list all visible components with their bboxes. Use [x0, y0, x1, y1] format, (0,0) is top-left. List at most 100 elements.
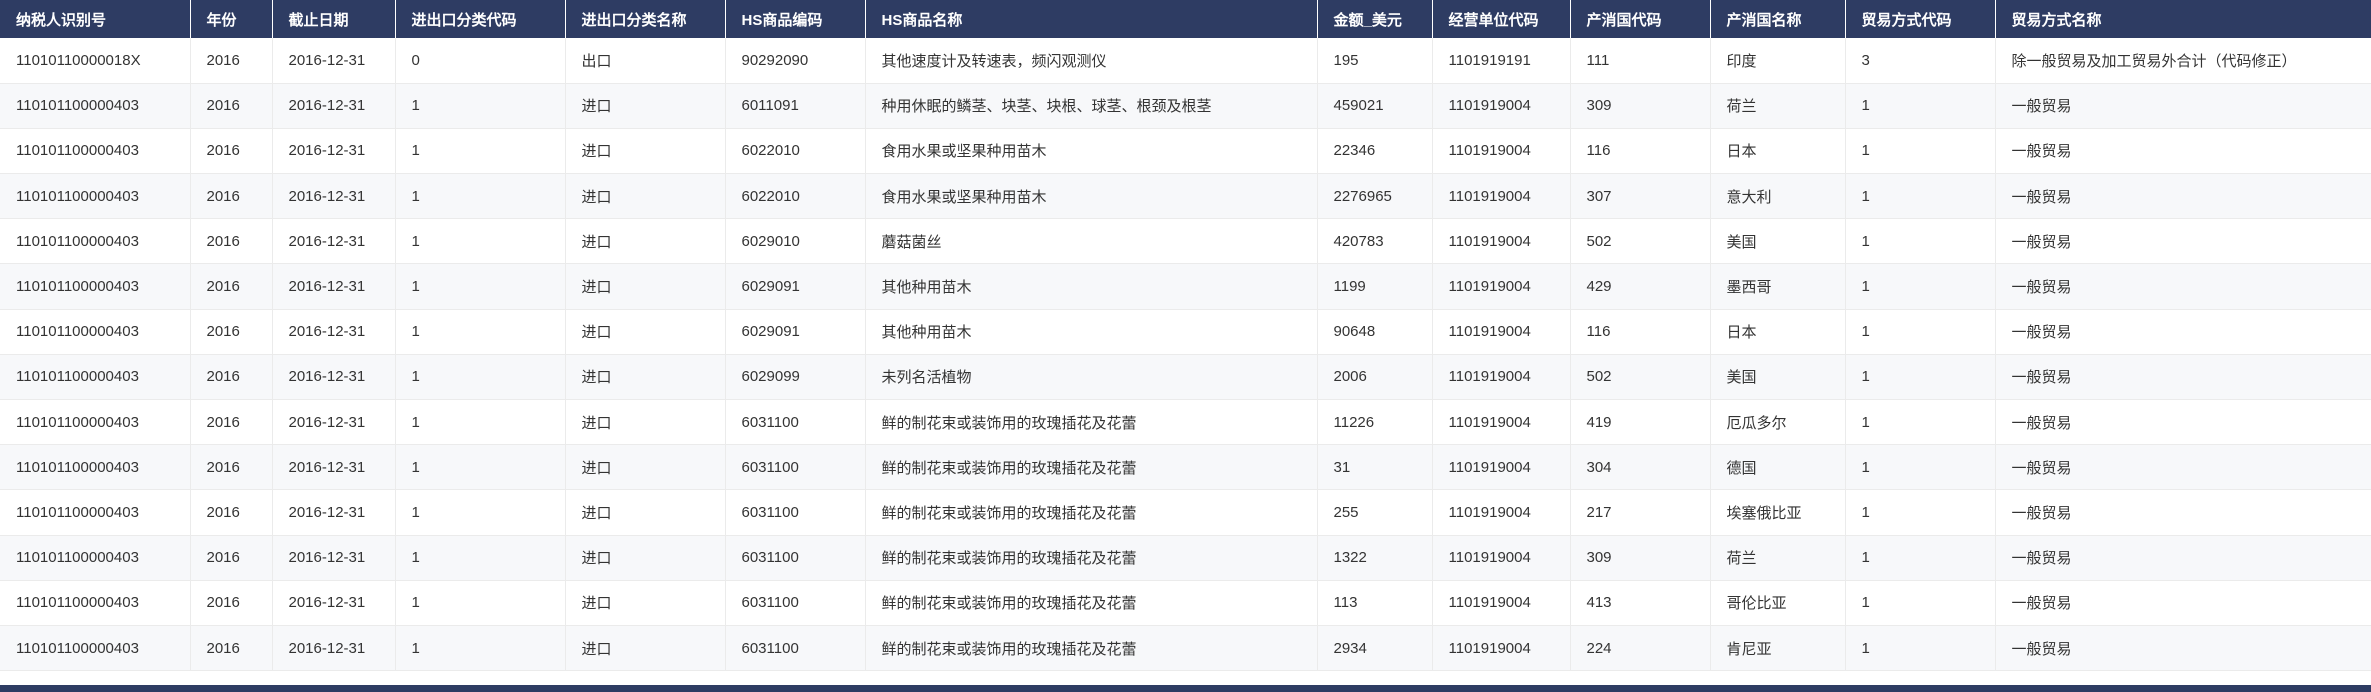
cell-trade_mode_code: 1: [1845, 83, 1996, 129]
cell-end_date: 2016-12-31: [272, 38, 396, 84]
cell-trade_mode_code: 3: [1845, 38, 1996, 84]
cell-ie_class_name: 进口: [565, 354, 726, 401]
table-row[interactable]: 110101100000403 2016 2016-12-31 1 进口 6031100 鲜…: [0, 625, 2371, 672]
cell-op_unit_code: 1101919004: [1432, 535, 1571, 581]
cell-trade_mode_name: 一般贸易: [1995, 399, 2371, 446]
cell-taxpayer_id: 110101100000403: [0, 354, 191, 401]
cell-end_date: 2016-12-31: [272, 263, 396, 310]
cell-hs_name: 种用休眠的鳞茎、块茎、块根、球茎、根颈及根茎: [865, 83, 1318, 129]
table-row[interactable]: 110101100000403 2016 2016-12-31 1 进口 6031100 鲜…: [0, 535, 2371, 581]
cell-country_name: 墨西哥: [1710, 263, 1846, 310]
cell-year: 2016: [190, 263, 273, 310]
cell-trade_mode_name: 一般贸易: [1995, 173, 2371, 220]
cell-country_name: 厄瓜多尔: [1710, 399, 1846, 446]
cell-trade_mode_name: 一般贸易: [1995, 580, 2371, 626]
cell-hs_code: 6029099: [725, 354, 866, 401]
cell-hs_name: 其他种用苗木: [865, 309, 1318, 355]
cell-trade_mode_name: 一般贸易: [1995, 218, 2371, 265]
cell-trade_mode_code: 1: [1845, 625, 1996, 672]
cell-country_name: 意大利: [1710, 173, 1846, 220]
cell-end_date: 2016-12-31: [272, 444, 396, 491]
table-header: 纳税人识别号 年份 截止日期 进出口分类代码 进出口分类名称 HS商品编码 HS商品名称 金额…: [0, 0, 2371, 38]
cell-end_date: 2016-12-31: [272, 309, 396, 355]
column-header-hs_name: HS商品名称: [865, 0, 1318, 38]
cell-country_code: 309: [1570, 535, 1711, 581]
column-header-country_name: 产消国名称: [1710, 0, 1846, 38]
table-row[interactable]: 110101100000403 2016 2016-12-31 1 进口 6029091 其…: [0, 263, 2371, 310]
cell-hs_code: 6029010: [725, 218, 866, 265]
cell-taxpayer_id: 110101100000403: [0, 535, 191, 581]
cell-op_unit_code: 1101919191: [1432, 38, 1571, 84]
cell-taxpayer_id: 110101100000403: [0, 580, 191, 626]
cell-hs_name: 蘑菇菌丝: [865, 218, 1318, 265]
table-row[interactable]: 110101100000403 2016 2016-12-31 1 进口 6031100 鲜…: [0, 444, 2371, 491]
cell-country_code: 419: [1570, 399, 1711, 446]
cell-year: 2016: [190, 218, 273, 265]
cell-amount_usd: 2934: [1317, 625, 1433, 672]
cell-hs_name: 鲜的制花束或装饰用的玫瑰插花及花蕾: [865, 444, 1318, 491]
cell-year: 2016: [190, 83, 273, 129]
cell-trade_mode_code: 1: [1845, 309, 1996, 355]
cell-country_code: 502: [1570, 354, 1711, 401]
cell-trade_mode_code: 1: [1845, 444, 1996, 491]
cell-country_name: 肯尼亚: [1710, 625, 1846, 672]
column-header-end_date: 截止日期: [272, 0, 396, 38]
cell-ie_class_code: 1: [395, 489, 566, 536]
cell-ie_class_name: 进口: [565, 444, 726, 491]
table-row[interactable]: 110101100000403 2016 2016-12-31 1 进口 6029010 蘑…: [0, 218, 2371, 265]
cell-country_code: 413: [1570, 580, 1711, 626]
cell-amount_usd: 255: [1317, 489, 1433, 536]
cell-trade_mode_code: 1: [1845, 399, 1996, 446]
cell-trade_mode_code: 1: [1845, 263, 1996, 310]
cell-ie_class_code: 1: [395, 354, 566, 401]
cell-country_code: 502: [1570, 218, 1711, 265]
cell-ie_class_code: 1: [395, 128, 566, 175]
cell-end_date: 2016-12-31: [272, 128, 396, 175]
trade-data-table: 纳税人识别号 年份 截止日期 进出口分类代码 进出口分类名称 HS商品编码 HS商品名称 金额…: [0, 0, 2371, 672]
cell-ie_class_code: 1: [395, 399, 566, 446]
cell-op_unit_code: 1101919004: [1432, 173, 1571, 220]
cell-trade_mode_name: 除一般贸易及加工贸易外合计（代码修正）: [1995, 38, 2371, 84]
table-row[interactable]: 110101100000403 2016 2016-12-31 1 进口 6022010 食…: [0, 128, 2371, 175]
cell-ie_class_name: 进口: [565, 128, 726, 175]
cell-taxpayer_id: 110101100000403: [0, 218, 191, 265]
table-row[interactable]: 110101100000403 2016 2016-12-31 1 进口 6031100 鲜…: [0, 489, 2371, 536]
cell-ie_class_name: 进口: [565, 173, 726, 220]
cell-op_unit_code: 1101919004: [1432, 309, 1571, 355]
cell-trade_mode_code: 1: [1845, 128, 1996, 175]
cell-op_unit_code: 1101919004: [1432, 83, 1571, 129]
cell-op_unit_code: 1101919004: [1432, 399, 1571, 446]
cell-ie_class_code: 1: [395, 218, 566, 265]
cell-year: 2016: [190, 444, 273, 491]
cell-hs_name: 鲜的制花束或装饰用的玫瑰插花及花蕾: [865, 625, 1318, 672]
cell-hs_name: 鲜的制花束或装饰用的玫瑰插花及花蕾: [865, 489, 1318, 536]
cell-ie_class_code: 1: [395, 263, 566, 310]
cell-amount_usd: 113: [1317, 580, 1433, 626]
cell-end_date: 2016-12-31: [272, 83, 396, 129]
cell-hs_name: 未列名活植物: [865, 354, 1318, 401]
cell-ie_class_name: 进口: [565, 309, 726, 355]
cell-trade_mode_name: 一般贸易: [1995, 489, 2371, 536]
table-row[interactable]: 110101100000403 2016 2016-12-31 1 进口 6029091 其…: [0, 309, 2371, 355]
cell-country_code: 217: [1570, 489, 1711, 536]
cell-year: 2016: [190, 309, 273, 355]
cell-hs_code: 6029091: [725, 309, 866, 355]
cell-hs_name: 其他种用苗木: [865, 263, 1318, 310]
table-row[interactable]: 11010110000018X 2016 2016-12-31 0 出口 90292090…: [0, 38, 2371, 84]
table-row[interactable]: 110101100000403 2016 2016-12-31 1 进口 6022010 食…: [0, 173, 2371, 220]
table-row[interactable]: 110101100000403 2016 2016-12-31 1 进口 6031100 鲜…: [0, 399, 2371, 446]
cell-ie_class_name: 进口: [565, 625, 726, 672]
table-row[interactable]: 110101100000403 2016 2016-12-31 1 进口 6031100 鲜…: [0, 580, 2371, 626]
cell-country_name: 埃塞俄比亚: [1710, 489, 1846, 536]
cell-trade_mode_name: 一般贸易: [1995, 309, 2371, 355]
cell-ie_class_code: 1: [395, 580, 566, 626]
cell-country_code: 116: [1570, 309, 1711, 355]
table-row[interactable]: 110101100000403 2016 2016-12-31 1 进口 6029099 未…: [0, 354, 2371, 401]
cell-hs_code: 6031100: [725, 580, 866, 626]
cell-op_unit_code: 1101919004: [1432, 625, 1571, 672]
cell-op_unit_code: 1101919004: [1432, 263, 1571, 310]
cell-end_date: 2016-12-31: [272, 580, 396, 626]
cell-end_date: 2016-12-31: [272, 535, 396, 581]
cell-year: 2016: [190, 580, 273, 626]
table-row[interactable]: 110101100000403 2016 2016-12-31 1 进口 6011091 种…: [0, 83, 2371, 129]
